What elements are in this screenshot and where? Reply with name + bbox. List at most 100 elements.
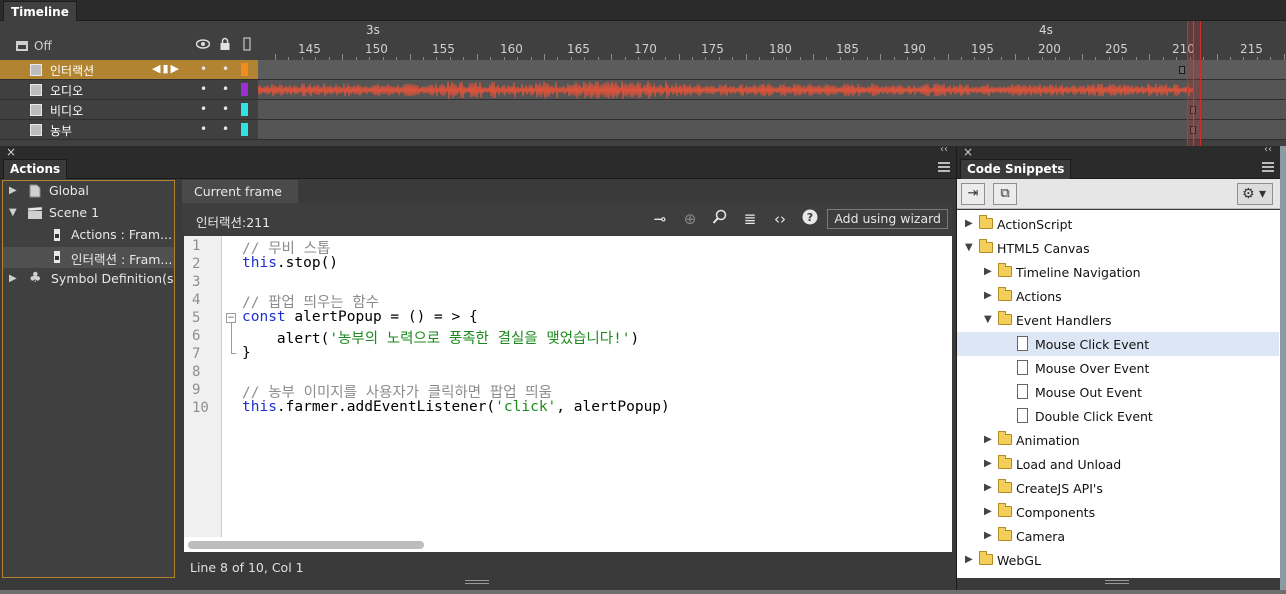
snippet-mouse-click-event[interactable]: Mouse Click Event [957,332,1279,356]
snippet-mouse-over-event[interactable]: Mouse Over Event [957,356,1279,380]
expand-icon[interactable]: ▶ [984,290,992,301]
horizontal-scrollbar[interactable] [184,537,952,552]
code-editor[interactable]: 1 2 3 4 5 6 7 8 9 10 − // 무비 스톱 this.sto… [184,236,952,552]
snippet-folder-load-and-unload[interactable]: ▶ Load and Unload [957,452,1279,476]
ruler-frame-label: 145 [298,42,321,56]
add-using-wizard-button[interactable]: Add using wizard [827,209,948,229]
layer-row-audio[interactable]: 오디오 • • [0,80,1286,100]
tree-item-scene[interactable]: ▼ Scene 1 [3,203,174,224]
keyframe[interactable] [1179,66,1185,74]
snippet-folder-components[interactable]: ▶ Components [957,500,1279,524]
visibility-dot[interactable]: • [200,82,207,96]
pin-icon[interactable]: ⊸ [650,209,670,229]
scrollbar-thumb[interactable] [188,541,424,549]
layer-name-cell[interactable]: 인터랙션 ◀▮▶ • • [0,60,258,80]
frame-ruler[interactable]: 3s 4s 145 150 155 160 165 170 175 180 18… [258,21,1286,60]
search-icon[interactable] [710,209,730,229]
collapse-icon[interactable]: ▼ [9,207,17,218]
collapse-icon[interactable]: ▼ [984,314,992,325]
layer-name-cell[interactable]: 농부 • • [0,120,258,140]
layer-frames[interactable] [258,120,1286,140]
snippet-folder-camera[interactable]: ▶ Camera [957,524,1279,548]
tree-item-global[interactable]: ▶ Global [3,181,174,202]
target-icon[interactable]: ⊕ [680,209,700,229]
layer-row-farmer[interactable]: 농부 • • [0,120,1286,140]
snippet-folder-actions[interactable]: ▶ Actions [957,284,1279,308]
snippet-double-click-event[interactable]: Double Click Event [957,404,1279,428]
visibility-dot[interactable]: • [200,122,207,136]
layer-name-cell[interactable]: 비디오 • • [0,100,258,120]
outline-icon[interactable] [240,37,254,51]
collapse-icon[interactable]: ‹‹ [940,144,948,155]
expand-icon[interactable]: ▶ [984,266,992,277]
lock-dot[interactable]: • [222,62,229,76]
tree-item-symbol-definitions[interactable]: ▶ ♣ Symbol Definition(s) [3,269,174,290]
collapse-icon[interactable]: ‹‹ [1264,144,1272,155]
lock-dot[interactable]: • [222,102,229,116]
format-code-icon[interactable]: ≣ [740,209,760,229]
snippet-folder-timeline-navigation[interactable]: ▶ Timeline Navigation [957,260,1279,284]
gear-icon[interactable]: ⚙ ▾ [1237,183,1273,205]
expand-icon[interactable]: ▶ [984,458,992,469]
expand-icon[interactable]: ▶ [984,530,992,541]
layer-outline-color[interactable] [241,83,248,96]
lock-icon[interactable] [218,37,232,51]
expand-icon[interactable]: ▶ [984,482,992,493]
layer-row-video[interactable]: 비디오 • • [0,100,1286,120]
keyframe-nav-arrows[interactable]: ◀▮▶ [152,62,181,75]
expand-icon[interactable]: ▶ [9,273,17,284]
onion-skin-toggle[interactable]: Off [16,39,52,53]
code-hint-icon[interactable]: ‹› [770,209,790,229]
snippet-folder-createjs-apis[interactable]: ▶ CreateJS API's [957,476,1279,500]
visibility-dot[interactable]: • [200,62,207,76]
panel-menu-icon[interactable] [938,162,950,172]
collapse-icon[interactable]: ▼ [965,242,973,253]
tab-actions[interactable]: Actions [3,159,68,179]
snippet-folder-animation[interactable]: ▶ Animation [957,428,1279,452]
snippet-mouse-out-event[interactable]: Mouse Out Event [957,380,1279,404]
layer-name: 오디오 [50,84,84,98]
layer-outline-color[interactable] [241,123,248,136]
tree-item-interaction-frame[interactable]: 인터랙션 : Fram... [3,247,174,268]
expand-icon[interactable]: ▶ [965,554,973,565]
layer-outline-color[interactable] [241,103,248,116]
panel-menu-icon[interactable] [1262,162,1274,172]
tab-timeline[interactable]: Timeline [3,1,77,21]
tab-code-snippets[interactable]: Code Snippets [960,159,1072,179]
eye-icon[interactable] [195,37,211,51]
layer-outline-color[interactable] [241,63,248,76]
resize-grip[interactable] [1105,580,1129,584]
expand-icon[interactable]: ▶ [9,185,17,196]
clapperboard-icon [27,206,43,219]
lock-dot[interactable]: • [222,82,229,96]
expand-icon[interactable]: ▶ [984,506,992,517]
copy-to-clipboard-icon[interactable]: ⧉ [993,183,1017,205]
ruler-frame-label: 165 [567,42,590,56]
snippet-folder-actionscript[interactable]: ▶ ActionScript [957,212,1279,236]
snippet-folder-webgl[interactable]: ▶ WebGL [957,548,1279,572]
tab-current-frame[interactable]: Current frame [182,180,298,203]
close-icon[interactable]: × [6,145,16,159]
snippet-folder-html5-canvas[interactable]: ▼ HTML5 Canvas [957,236,1279,260]
layer-row-interaction[interactable]: 인터랙션 ◀▮▶ • • [0,60,1286,80]
lock-dot[interactable]: • [222,122,229,136]
fold-toggle[interactable]: − [226,313,236,323]
close-icon[interactable]: × [963,145,973,159]
expand-icon[interactable]: ▶ [984,434,992,445]
add-to-current-frame-icon[interactable]: ⇥ [961,183,985,205]
resize-grip[interactable] [465,580,489,584]
snippet-folder-event-handlers[interactable]: ▼ Event Handlers [957,308,1279,332]
playhead[interactable] [1187,21,1201,146]
visibility-dot[interactable]: • [200,102,207,116]
tree-item-actions-frame[interactable]: Actions : Fram... [3,225,174,246]
line-number: 9 [192,382,201,398]
layer-frames[interactable] [258,60,1286,80]
expand-icon[interactable]: ▶ [965,218,973,229]
panel-top-bar: × ‹‹ [957,144,1280,159]
help-icon[interactable]: ? [800,209,820,229]
layer-frames[interactable] [258,100,1286,120]
line-number: 2 [192,256,201,272]
onion-skin-label: Off [34,39,52,53]
layer-frames[interactable] [257,80,1286,100]
layer-name-cell[interactable]: 오디오 • • [0,80,258,100]
